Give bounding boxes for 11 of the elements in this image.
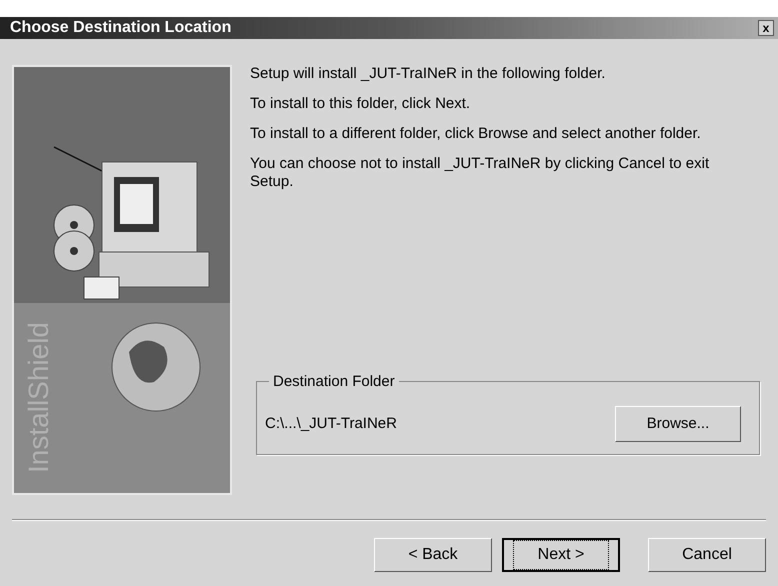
- window-title: Choose Destination Location: [10, 20, 232, 36]
- browse-button[interactable]: Browse...: [615, 406, 741, 442]
- instruction-text: Setup will install _JUT-TraINeR in the following folder.: [250, 65, 606, 83]
- dialog-button[interactable]: Next >: [502, 538, 620, 572]
- dialog-button[interactable]: < Back: [374, 538, 492, 572]
- close-button[interactable]: x: [758, 20, 774, 36]
- folder-path: C:\...\_JUT-TraINeR: [265, 414, 397, 434]
- dialog-button[interactable]: Cancel: [648, 538, 766, 572]
- instruction-text: To install to this folder, click Next.: [250, 95, 472, 113]
- instruction-text: You can choose not to install _JUT-TraINeR by clicking Cancel to exit Setup.: [250, 155, 710, 191]
- instruction-text: To install to a different folder, click Browse and select another folder.: [250, 125, 702, 143]
